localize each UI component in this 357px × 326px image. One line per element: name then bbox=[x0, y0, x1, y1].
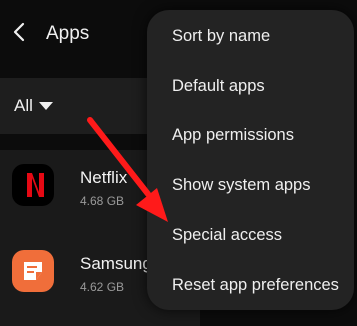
netflix-icon bbox=[12, 164, 54, 206]
app-name: Netflix bbox=[80, 168, 128, 187]
menu-item-sort-by-name[interactable]: Sort by name bbox=[172, 27, 270, 46]
menu-item-special-access[interactable]: Special access bbox=[172, 226, 282, 245]
back-chevron-icon[interactable] bbox=[8, 20, 32, 44]
dropdown-caret-icon bbox=[39, 102, 53, 110]
menu-item-default-apps[interactable]: Default apps bbox=[172, 77, 265, 96]
samsung-notes-icon bbox=[12, 250, 54, 292]
app-name: Samsung bbox=[80, 254, 152, 273]
menu-item-reset-app-preferences[interactable]: Reset app preferences bbox=[172, 276, 339, 295]
page-title: Apps bbox=[46, 23, 90, 44]
menu-item-show-system-apps[interactable]: Show system apps bbox=[172, 176, 310, 195]
filter-label: All bbox=[14, 96, 33, 115]
menu-item-app-permissions[interactable]: App permissions bbox=[172, 126, 294, 145]
overflow-menu: Sort by name Default apps App permission… bbox=[147, 10, 354, 310]
app-size: 4.62 GB bbox=[80, 280, 125, 294]
app-size: 4.68 GB bbox=[80, 194, 125, 208]
